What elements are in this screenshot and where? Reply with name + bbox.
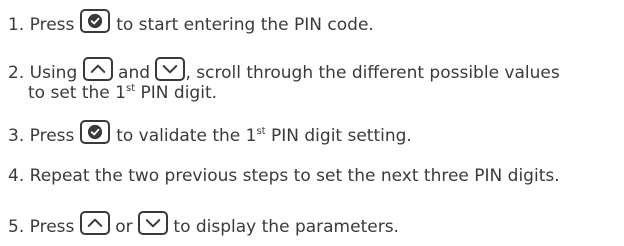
- step-text: to start entering the PIN code.: [116, 15, 374, 35]
- list-item-step-5: 5. Press or to display the parameters.: [8, 211, 399, 238]
- step-text: PIN digit.: [135, 83, 218, 103]
- list-item-step-2-continuation: to set the 1st PIN digit.: [8, 82, 217, 104]
- step-text: to display the parameters.: [173, 217, 399, 237]
- chevron-up-icon: [79, 211, 110, 235]
- step-text: or: [115, 217, 133, 237]
- step-number: 2.: [8, 63, 25, 83]
- confirm-check-icon: [79, 9, 110, 33]
- chevron-up-icon: [82, 57, 113, 81]
- step-text: and: [118, 63, 151, 83]
- step-text: , scroll through the different possible …: [185, 63, 560, 83]
- confirm-check-icon: [79, 120, 110, 144]
- list-item-step-2: 2. Using and , scroll through the differ…: [8, 57, 560, 84]
- step-text: Press: [29, 126, 75, 146]
- step-number: 4.: [8, 166, 25, 186]
- ordinal-suffix: st: [256, 126, 266, 137]
- chevron-down-icon: [155, 57, 186, 81]
- step-text: to validate the 1: [116, 126, 257, 146]
- step-number: 3.: [8, 126, 25, 146]
- step-text: Press: [29, 15, 75, 35]
- step-text: Repeat the two previous steps to set the…: [29, 166, 560, 186]
- ordinal-suffix: st: [125, 83, 136, 94]
- list-item-step-4: 4. Repeat the two previous steps to set …: [8, 165, 560, 187]
- step-number: 1.: [8, 15, 25, 35]
- step-text: Press: [29, 217, 75, 237]
- step-text: to set the 1: [28, 83, 126, 103]
- list-item-step-3: 3. Press to validate the 1st PIN digit s…: [8, 120, 412, 147]
- step-text: PIN digit setting.: [265, 126, 412, 146]
- step-text: Using: [29, 63, 78, 83]
- step-number: 5.: [8, 217, 25, 237]
- chevron-down-icon: [138, 211, 168, 235]
- list-item-step-1: 1. Press to start entering the PIN code.: [8, 9, 374, 36]
